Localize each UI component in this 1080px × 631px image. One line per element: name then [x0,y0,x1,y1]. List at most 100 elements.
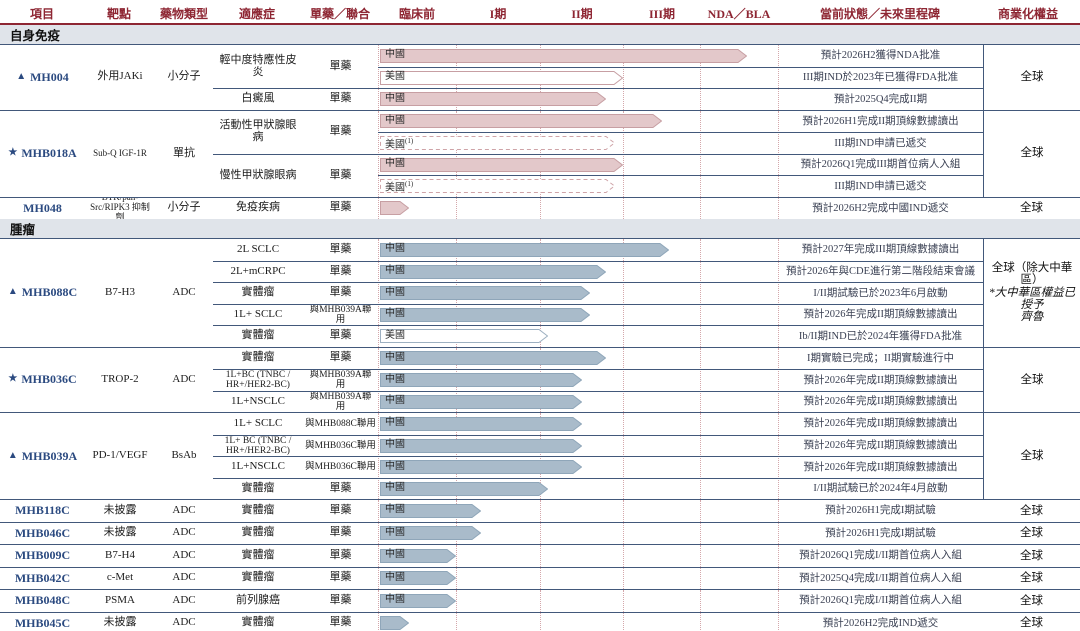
bar-track: 中國 [378,88,778,110]
rights-cell: 全球 [983,413,1080,499]
bar-track: 中國 [378,239,778,261]
drug-type-cell: ADC [155,239,213,347]
pipeline-bar: 中國 [380,351,606,365]
mono-combo-cell: 單藥 [303,45,378,88]
indication-cell: 2L SCLC [213,239,303,261]
project-block: MHB009CB7-H4ADC實體瘤單藥中國預計2026Q1完成I/II期首位病… [0,544,1080,567]
indication-cell: 1L+ BC (TNBC / HR+/HER2-BC) [213,435,303,457]
project-block: ▲MH004外用JAKi小分子輕中度特應性皮炎單藥中國預計2026H2獲得NDA… [0,45,1080,110]
col-header-indication: 適應症 [239,5,275,22]
status-cell: III期IND申請已遞交 [778,132,983,154]
pipeline-bar: 中國 [380,49,747,63]
drug-type-cell: ADC [155,523,213,545]
project-block: MHB045C未披露ADC實體瘤單藥預計2026H2完成IND遞交全球 [0,612,1080,631]
rights-cell: 全球 [983,348,1080,413]
rights-text: 全球 [1020,202,1043,214]
indication-cell: 白癜風 [213,88,303,110]
region-text: 中國 [385,115,405,126]
pipeline-bar: 中國 [380,373,582,387]
status-cell: 預計2026年與CDE進行第二階段結束會議 [778,261,983,283]
indication-cell: 免疫疾病 [213,198,303,220]
status-cell: 預計2026H1完成II期頂線數據讀出 [778,111,983,133]
col-header-status: 當前狀態／未來里程碑 [820,5,940,22]
project-cell: ▲MH004 [0,45,85,110]
project-block: ★MHB018ASub-Q IGF-1R單抗活動性甲狀腺眼病單藥中國預計2026… [0,110,1080,197]
mono-combo-cell: 與MHB036C聯用 [303,456,378,478]
rights-text: 全球 [1021,450,1044,462]
pipeline-bar: 中國 [380,114,662,128]
target-cell: 未披露 [85,523,155,545]
rights-cell: 全球 [983,111,1080,197]
bar-region-label: 中國 [385,50,405,61]
target-cell: TROP-2 [85,348,155,413]
target-cell: c-Met [85,568,155,590]
pipeline-bar: 中國 [380,439,582,453]
project-name: MHB088C [22,286,77,299]
region-text: 中國 [385,49,405,60]
rights-cell: 全球 [983,590,1080,612]
star-icon: ★ [8,148,17,159]
status-cell: III期IND申請已遞交 [778,175,983,197]
status-cell: I期實驗已完成；II期實驗進行中 [778,348,983,370]
target-cell: Sub-Q IGF-1R [85,111,155,197]
project-block: MHB046C未披露ADC實體瘤單藥中國預計2026H1完成I期試驗全球 [0,522,1080,545]
pipeline-bar: 中國 [380,92,606,106]
project-cell: MHB042C [0,568,85,590]
bar-track: 中國 [378,391,778,413]
rights-cell: 全球 [983,568,1080,590]
rights-text: 全球 [1020,595,1043,607]
indication-cell: 實體瘤 [213,545,303,567]
footnote-marker: (1) [405,137,413,145]
target-cell: B7-H3 [85,239,155,347]
bar-region-label: 美國(1) [385,138,413,151]
rights-text: 齊魯 [1021,311,1044,323]
section-band: 腫瘤 [0,219,1080,239]
col-header-rights: 商業化權益 [998,5,1058,22]
status-cell: 預計2026H1完成I期試驗 [778,523,983,545]
bar-track: 中國 [378,304,778,326]
region-text: 中國 [385,549,405,560]
mono-combo-cell: 單藥 [303,523,378,545]
triangle-icon: ▲ [8,451,18,462]
region-text: 中國 [385,594,405,605]
project-block: MHB042Cc-MetADC實體瘤單藥中國預計2025Q4完成I/II期首位病… [0,567,1080,590]
bar-region-label: 中國 [385,94,405,105]
col-header-drug-type: 藥物類型 [160,5,208,22]
project-cell: MHB009C [0,545,85,567]
rights-text: 全球 [1020,505,1043,517]
mono-combo-cell: 與MHB039A聯用 [303,369,378,391]
bar-track: 中國 [378,590,778,612]
mono-combo-cell: 與MHB036C聯用 [303,435,378,457]
project-name: MHB039A [22,450,77,463]
bar-region-label: 中國 [385,528,405,539]
project-block: MHB118C未披露ADC實體瘤單藥中國預計2026H1完成I期試驗全球 [0,499,1080,522]
project-cell: ▲MHB088C [0,239,85,347]
indication-cell: 1L+ SCLC [213,304,303,326]
col-header-preclinical: 臨床前 [399,5,435,22]
region-text: 中國 [385,439,405,450]
bar-track: 中國 [378,478,778,500]
bar-track: 美國(1) [378,132,778,154]
project-name: MHB118C [15,504,70,517]
section-title: 腫瘤 [10,219,35,238]
bar-track: 中國 [378,456,778,478]
mono-combo-cell: 單藥 [303,500,378,522]
drug-type-cell: ADC [155,545,213,567]
bar-region-label: 中國 [385,116,405,127]
rights-text: 全球 [1020,550,1043,562]
col-header-target: 靶點 [107,5,131,22]
pipeline-bar: 中國 [380,417,582,431]
region-text: 中國 [385,308,405,319]
indication-cell: 實體瘤 [213,613,303,631]
mono-combo-cell: 單藥 [303,348,378,370]
mono-combo-cell: 與MHB088C聯用 [303,413,378,435]
region-text: 中國 [385,527,405,538]
pipeline-bar: 中國 [380,504,481,518]
region-text: 美國 [385,71,405,82]
pipeline-bar: 中國 [380,482,548,496]
col-header-phase1: I期 [490,5,507,22]
drug-type-cell: ADC [155,500,213,522]
rights-cell: 全球 [983,613,1080,631]
rights-text: *大中華區權益已授予 [986,287,1078,312]
region-text: 中國 [385,352,405,363]
